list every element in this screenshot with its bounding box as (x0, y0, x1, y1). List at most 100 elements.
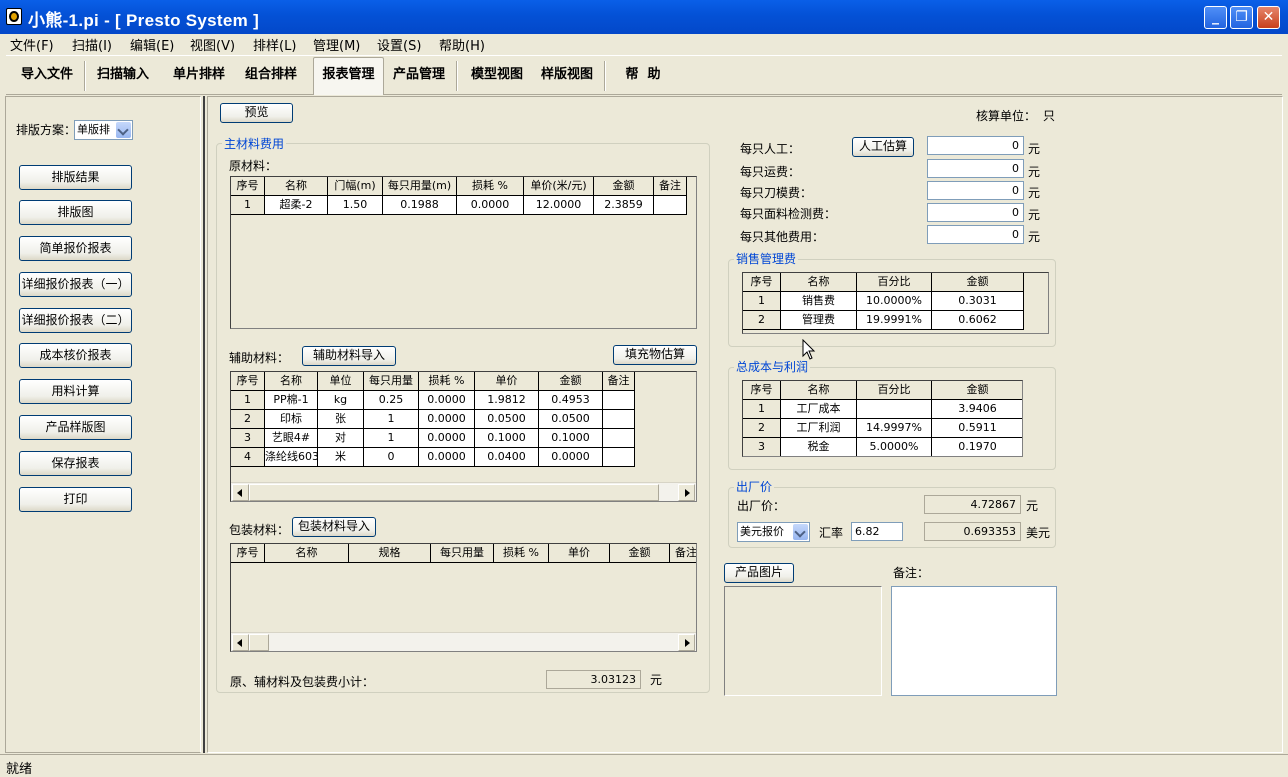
table-cell[interactable]: 涤纶线603 (265, 448, 318, 467)
table-cell[interactable]: 0.1000 (539, 429, 603, 448)
tool-pattern-view[interactable]: 样版视图 (534, 64, 600, 90)
table-cell[interactable]: 米 (318, 448, 364, 467)
table-cell[interactable]: 1 (743, 400, 781, 419)
menu-edit[interactable]: 编辑(E) (130, 35, 174, 54)
column-header[interactable]: 序号 (231, 177, 265, 196)
table-cell[interactable]: 2 (231, 410, 265, 429)
table-cell[interactable]: 2.3859 (594, 196, 654, 215)
scroll-thumb[interactable] (249, 634, 269, 651)
simple-quote-report-button[interactable]: 简单报价报表 (19, 236, 132, 261)
layout-diagram-button[interactable]: 排版图 (19, 200, 132, 225)
table-cell[interactable]: 超柔-2 (265, 196, 328, 215)
column-header[interactable]: 序号 (231, 372, 265, 391)
column-header[interactable]: 金额 (539, 372, 603, 391)
column-header[interactable]: 每只用量 (364, 372, 419, 391)
table-cell[interactable]: 3.9406 (932, 400, 1022, 419)
close-button[interactable]: ✕ (1257, 6, 1280, 29)
table-cell[interactable]: 0.0500 (539, 410, 603, 429)
table-cell[interactable]: 0.6062 (932, 311, 1024, 330)
table-cell[interactable]: 19.9991% (857, 311, 932, 330)
column-header[interactable]: 备注 (654, 177, 687, 196)
menu-manage[interactable]: 管理(M) (313, 35, 360, 54)
column-header[interactable]: 每只用量 (431, 544, 494, 563)
scroll-left-button[interactable] (232, 634, 249, 651)
tool-scan-input[interactable]: 扫描输入 (92, 64, 154, 90)
table-cell[interactable]: 0.0000 (419, 448, 475, 467)
table-cell[interactable]: 印标 (265, 410, 318, 429)
table-cell[interactable]: 1 (364, 429, 419, 448)
scroll-right-button[interactable] (678, 634, 695, 651)
scroll-left-button[interactable] (232, 484, 249, 501)
currency-select[interactable]: 美元报价 (737, 522, 810, 542)
remark-textarea[interactable] (891, 586, 1057, 696)
inspect-fee-input[interactable]: 0 (927, 203, 1024, 222)
menu-scan[interactable]: 扫描(I) (72, 35, 112, 54)
table-cell[interactable]: 1 (364, 410, 419, 429)
column-header[interactable]: 金额 (594, 177, 654, 196)
column-header[interactable]: 名称 (781, 381, 857, 400)
table-cell[interactable] (603, 391, 635, 410)
die-fee-input[interactable]: 0 (927, 181, 1024, 200)
column-header[interactable]: 名称 (265, 372, 318, 391)
tool-single-layout[interactable]: 单片排样 (168, 64, 230, 90)
table-cell[interactable]: 0.4953 (539, 391, 603, 410)
table-cell[interactable]: 张 (318, 410, 364, 429)
column-header[interactable]: 损耗 % (419, 372, 475, 391)
table-cell[interactable]: 销售费 (781, 292, 857, 311)
table-cell[interactable]: 0.3031 (932, 292, 1024, 311)
table-cell[interactable]: 0 (364, 448, 419, 467)
detail-quote-report-1-button[interactable]: 详细报价报表（一） (19, 272, 132, 297)
column-header[interactable]: 名称 (781, 273, 857, 292)
column-header[interactable]: 百分比 (857, 381, 932, 400)
table-cell[interactable]: 1 (743, 292, 781, 311)
print-button[interactable]: 打印 (19, 487, 132, 512)
tool-import-file[interactable]: 导入文件 (16, 64, 78, 90)
other-fee-input[interactable]: 0 (927, 225, 1024, 244)
table-cell[interactable]: 1.9812 (475, 391, 539, 410)
column-header[interactable]: 序号 (743, 273, 781, 292)
table-cell[interactable]: 4 (231, 448, 265, 467)
column-header[interactable]: 单价 (549, 544, 610, 563)
table-cell[interactable]: 1.50 (328, 196, 383, 215)
table-cell[interactable]: 工厂利润 (781, 419, 857, 438)
table-cell[interactable]: 0.1000 (475, 429, 539, 448)
column-header[interactable]: 单价 (475, 372, 539, 391)
column-header[interactable]: 损耗 % (494, 544, 549, 563)
column-header[interactable]: 单价(米/元) (524, 177, 594, 196)
tool-model-view[interactable]: 模型视图 (464, 64, 530, 90)
table-cell[interactable] (654, 196, 687, 215)
table-cell[interactable]: 14.9997% (857, 419, 932, 438)
column-header[interactable]: 名称 (265, 177, 328, 196)
table-cell[interactable]: kg (318, 391, 364, 410)
table-cell[interactable] (603, 429, 635, 448)
fill-estimate-button[interactable]: 填充物估算 (613, 345, 697, 365)
tool-report-manage[interactable]: 报表管理 (313, 57, 384, 95)
minimize-button[interactable]: _ (1204, 6, 1227, 29)
table-cell[interactable]: 艺眼4# (265, 429, 318, 448)
table-cell[interactable]: 税金 (781, 438, 857, 456)
table-cell[interactable]: 1 (231, 196, 265, 215)
column-header[interactable]: 名称 (265, 544, 349, 563)
table-cell[interactable]: 工厂成本 (781, 400, 857, 419)
aux-import-button[interactable]: 辅助材料导入 (302, 346, 396, 366)
scheme-select[interactable]: 单版排 (74, 120, 133, 140)
table-cell[interactable]: 1 (231, 391, 265, 410)
save-report-button[interactable]: 保存报表 (19, 451, 132, 476)
table-cell[interactable]: 0.0000 (419, 410, 475, 429)
tool-combo-layout[interactable]: 组合排样 (240, 64, 302, 90)
scroll-right-button[interactable] (678, 484, 695, 501)
chevron-down-icon[interactable] (116, 122, 131, 138)
table-cell[interactable]: 0.0000 (457, 196, 524, 215)
table-cell[interactable]: 0.0000 (539, 448, 603, 467)
product-image-button[interactable]: 产品图片 (724, 563, 794, 583)
column-header[interactable]: 金额 (610, 544, 670, 563)
pack-table-scrollbar[interactable] (231, 632, 696, 651)
table-cell[interactable]: 0.0000 (419, 391, 475, 410)
column-header[interactable]: 金额 (932, 381, 1022, 400)
table-cell[interactable]: 管理费 (781, 311, 857, 330)
menu-view[interactable]: 视图(V) (190, 35, 235, 54)
column-header[interactable]: 金额 (932, 273, 1024, 292)
column-header[interactable]: 序号 (231, 544, 265, 563)
table-cell[interactable]: 0.0000 (419, 429, 475, 448)
table-cell[interactable] (603, 448, 635, 467)
